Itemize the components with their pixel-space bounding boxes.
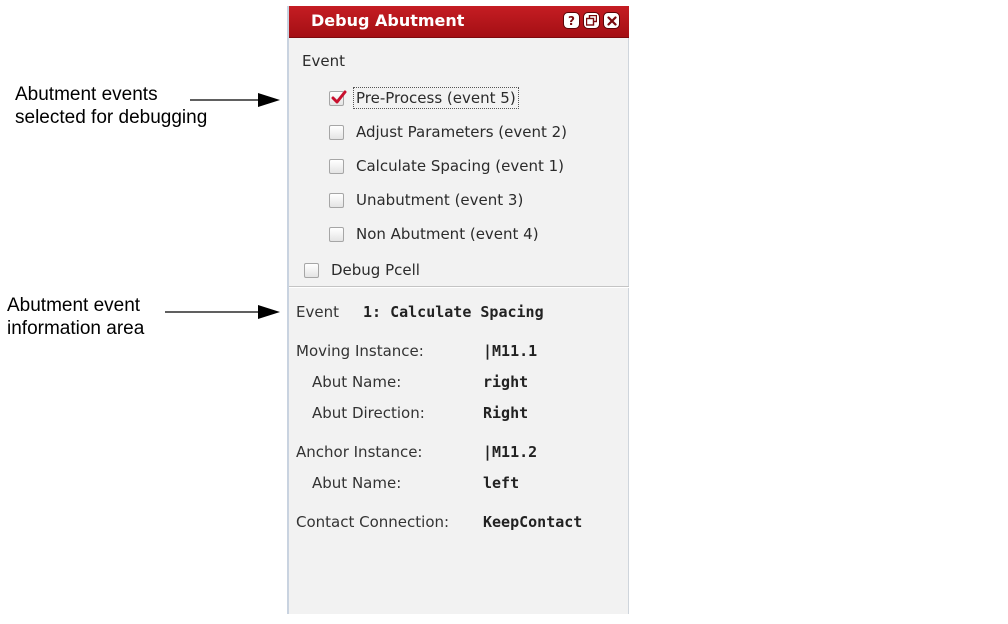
event-section-label: Event bbox=[302, 52, 345, 70]
window-title: Debug Abutment bbox=[311, 11, 465, 30]
annotation-arrow bbox=[190, 93, 280, 107]
debug-pcell-checkbox[interactable] bbox=[304, 262, 319, 278]
anchor-instance-label: Anchor Instance: bbox=[296, 443, 423, 461]
title-bar[interactable]: Debug Abutment ? bbox=[289, 6, 629, 38]
restore-button[interactable] bbox=[583, 12, 600, 29]
event-checkbox-row[interactable]: Unabutment (event 3) bbox=[329, 188, 526, 212]
annotation-arrow bbox=[165, 305, 280, 319]
help-icon: ? bbox=[568, 13, 575, 28]
annotation-line: selected for debugging bbox=[15, 107, 208, 128]
checkbox[interactable] bbox=[329, 158, 344, 174]
help-button[interactable]: ? bbox=[563, 12, 580, 29]
event-checkbox-row[interactable]: Calculate Spacing (event 1) bbox=[329, 154, 567, 178]
close-button[interactable] bbox=[603, 12, 620, 29]
checkmark-icon bbox=[331, 90, 347, 103]
annotation-events-selected: Abutment events selected for debugging bbox=[15, 83, 207, 129]
info-event-value: 1: Calculate Spacing bbox=[363, 303, 544, 321]
anchor-abut-name-label: Abut Name: bbox=[312, 474, 402, 492]
checkbox[interactable] bbox=[329, 124, 344, 140]
anchor-abut-name-value: left bbox=[483, 474, 520, 492]
annotation-line: Abutment events bbox=[15, 84, 158, 105]
checkbox[interactable] bbox=[329, 226, 344, 242]
debug-pcell-checkbox-row[interactable]: Debug Pcell bbox=[304, 258, 423, 282]
event-checkbox-label[interactable]: Pre-Process (event 5) bbox=[353, 87, 519, 109]
event-checkbox-label[interactable]: Non Abutment (event 4) bbox=[353, 223, 542, 245]
section-divider bbox=[289, 286, 629, 288]
contact-connection-value: KeepContact bbox=[483, 513, 583, 531]
annotation-line: Abutment event bbox=[7, 295, 141, 316]
event-checkbox-label[interactable]: Adjust Parameters (event 2) bbox=[353, 121, 570, 143]
moving-abut-direction-value: Right bbox=[483, 404, 529, 422]
moving-abut-name-label: Abut Name: bbox=[312, 373, 402, 391]
close-icon bbox=[606, 15, 617, 26]
event-checkbox-row[interactable]: Adjust Parameters (event 2) bbox=[329, 120, 570, 144]
event-checkbox-row[interactable]: Pre-Process (event 5) bbox=[329, 86, 519, 110]
checkbox[interactable] bbox=[329, 90, 347, 106]
moving-instance-label: Moving Instance: bbox=[296, 342, 424, 360]
checkbox[interactable] bbox=[329, 192, 344, 208]
moving-instance-value: |M11.1 bbox=[483, 342, 538, 360]
annotation-info-area: Abutment event information area bbox=[7, 294, 144, 340]
debug-abutment-panel: Debug Abutment ? Event Pre-Process (even… bbox=[287, 6, 629, 614]
contact-connection-label: Contact Connection: bbox=[296, 513, 450, 531]
info-event-label: Event bbox=[296, 303, 339, 321]
moving-abut-name-value: right bbox=[483, 373, 529, 391]
anchor-instance-value: |M11.2 bbox=[483, 443, 538, 461]
debug-pcell-label[interactable]: Debug Pcell bbox=[328, 259, 423, 281]
moving-abut-direction-label: Abut Direction: bbox=[312, 404, 425, 422]
event-checkbox-row[interactable]: Non Abutment (event 4) bbox=[329, 222, 542, 246]
restore-icon bbox=[586, 15, 597, 26]
event-checkbox-label[interactable]: Calculate Spacing (event 1) bbox=[353, 155, 567, 177]
annotation-line: information area bbox=[7, 318, 145, 339]
event-checkbox-label[interactable]: Unabutment (event 3) bbox=[353, 189, 526, 211]
